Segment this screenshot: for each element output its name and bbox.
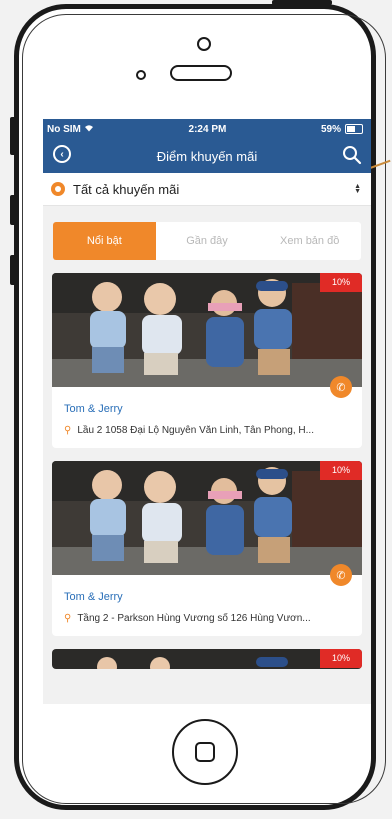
phone-icon: ✆ bbox=[336, 381, 346, 394]
promotion-card[interactable]: 10% bbox=[52, 649, 362, 669]
address-text: Tầng 2 - Parkson Hùng Vương số 126 Hùng … bbox=[77, 613, 311, 624]
page-title: Điểm khuyến mãi bbox=[156, 148, 258, 164]
discount-badge: 10% bbox=[319, 461, 362, 480]
select-arrows-icon: ▲ ▼ bbox=[354, 183, 361, 195]
promotion-image: 10% bbox=[52, 649, 362, 669]
clock: 2:24 PM bbox=[188, 123, 227, 135]
status-bar: No SIM 2:24 PM 59% bbox=[43, 119, 371, 139]
filter-label: Tất cả khuyến mãi bbox=[73, 181, 180, 197]
promotion-image: 10% bbox=[52, 461, 362, 575]
call-button[interactable]: ✆ bbox=[330, 376, 352, 398]
wifi-icon bbox=[84, 124, 94, 135]
search-icon bbox=[343, 146, 362, 165]
search-button[interactable] bbox=[341, 144, 363, 166]
call-button[interactable]: ✆ bbox=[330, 564, 352, 586]
tab-map-view[interactable]: Xem bản đồ bbox=[258, 222, 361, 260]
location-pin-icon bbox=[51, 182, 65, 196]
map-pin-icon: ⚲ bbox=[64, 613, 72, 624]
earpiece-speaker bbox=[170, 65, 232, 81]
discount-badge: 10% bbox=[319, 273, 362, 292]
home-button[interactable] bbox=[172, 719, 238, 785]
tab-nearby[interactable]: Gần đây bbox=[156, 222, 259, 260]
tab-bar: Nổi bật Gần đây Xem bản đồ bbox=[53, 222, 361, 260]
battery-icon bbox=[344, 124, 363, 134]
back-button[interactable]: ‹ bbox=[53, 145, 71, 163]
promotion-card[interactable]: 10% ✆ Tom & Jerry ⚲ Lầu 2 1058 Đại Lộ Ng… bbox=[52, 273, 362, 448]
address-text: Lầu 2 1058 Đại Lộ Nguyễn Văn Linh, Tân P… bbox=[77, 425, 314, 436]
shop-address: ⚲ Tầng 2 - Parkson Hùng Vương số 126 Hùn… bbox=[64, 613, 351, 624]
tab-featured[interactable]: Nổi bật bbox=[53, 222, 156, 260]
chevron-left-icon: ‹ bbox=[60, 148, 64, 160]
shop-name-link[interactable]: Tom & Jerry bbox=[64, 591, 351, 603]
shop-name-link[interactable]: Tom & Jerry bbox=[64, 403, 351, 415]
discount-badge: 10% bbox=[319, 649, 362, 668]
shop-address: ⚲ Lầu 2 1058 Đại Lộ Nguyễn Văn Linh, Tân… bbox=[64, 425, 351, 436]
carrier-label: No SIM bbox=[47, 123, 81, 135]
promotion-card[interactable]: 10% ✆ Tom & Jerry ⚲ Tầng 2 - Parkson Hùn… bbox=[52, 461, 362, 636]
phone-icon: ✆ bbox=[336, 569, 346, 582]
promotion-filter-select[interactable]: Tất cả khuyến mãi ▲ ▼ bbox=[43, 173, 371, 206]
front-camera bbox=[197, 37, 211, 51]
nav-bar: ‹ Điểm khuyến mãi bbox=[43, 139, 371, 173]
map-pin-icon: ⚲ bbox=[64, 425, 72, 436]
proximity-sensor bbox=[136, 70, 146, 80]
battery-percent: 59% bbox=[320, 123, 341, 135]
app-screen: No SIM 2:24 PM 59% ‹ Điểm khuyến mãi Tất… bbox=[43, 119, 371, 704]
promotion-image: 10% bbox=[52, 273, 362, 387]
